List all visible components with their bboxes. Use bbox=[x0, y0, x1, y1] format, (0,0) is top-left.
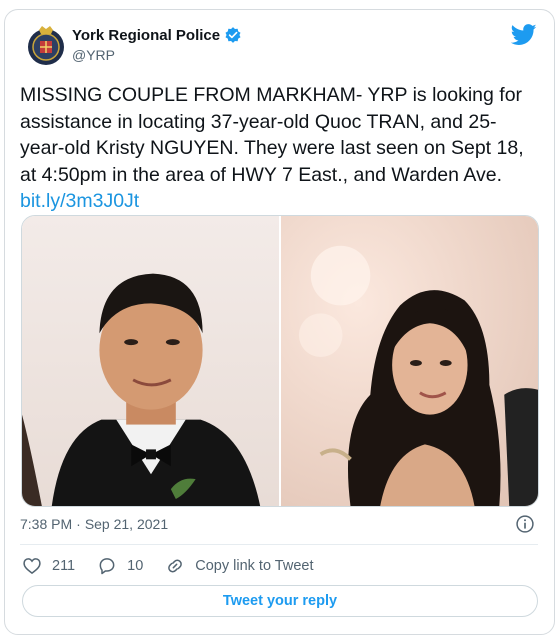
tweet-date[interactable]: Sep 21, 2021 bbox=[85, 516, 168, 532]
man-photo[interactable] bbox=[22, 216, 279, 506]
reply-count: 10 bbox=[127, 558, 144, 574]
tweet-link[interactable]: bit.ly/3m3J0Jt bbox=[20, 190, 139, 212]
twitter-bird-icon[interactable] bbox=[511, 24, 537, 46]
like-button[interactable]: 211 bbox=[22, 556, 75, 576]
woman-photo[interactable] bbox=[280, 216, 538, 506]
tweet-timestamp[interactable]: 7:38 PM · Sep 21, 2021 bbox=[20, 516, 168, 532]
woman-photo-image bbox=[280, 216, 538, 506]
author-handle[interactable]: @YRP bbox=[72, 47, 115, 63]
timestamp-separator: · bbox=[76, 516, 81, 532]
tweet-time[interactable]: 7:38 PM bbox=[20, 516, 72, 532]
tweet-media[interactable] bbox=[21, 215, 539, 507]
action-bar: 211 10 Copy link to Tweet bbox=[22, 556, 335, 576]
reply-count-button[interactable]: 10 bbox=[97, 556, 143, 576]
copy-link-label: Copy link to Tweet bbox=[195, 558, 314, 574]
reply-bubble-icon bbox=[99, 558, 115, 575]
divider bbox=[20, 544, 538, 545]
heart-icon bbox=[23, 558, 41, 575]
tweet-body: MISSING COUPLE FROM MARKHAM- YRP is look… bbox=[20, 84, 524, 186]
verified-badge-icon bbox=[225, 27, 241, 43]
info-icon[interactable] bbox=[515, 514, 535, 534]
tweet-reply-button[interactable]: Tweet your reply bbox=[22, 585, 538, 617]
copy-link-button[interactable]: Copy link to Tweet bbox=[165, 556, 313, 576]
author-name[interactable]: York Regional Police bbox=[72, 27, 220, 44]
police-crest-icon[interactable] bbox=[26, 24, 66, 66]
link-icon bbox=[168, 559, 183, 573]
man-photo-image bbox=[22, 216, 279, 506]
like-count: 211 bbox=[52, 558, 76, 574]
author-name-row[interactable]: York Regional Police bbox=[72, 26, 242, 44]
tweet-text: MISSING COUPLE FROM MARKHAM- YRP is look… bbox=[20, 82, 540, 215]
